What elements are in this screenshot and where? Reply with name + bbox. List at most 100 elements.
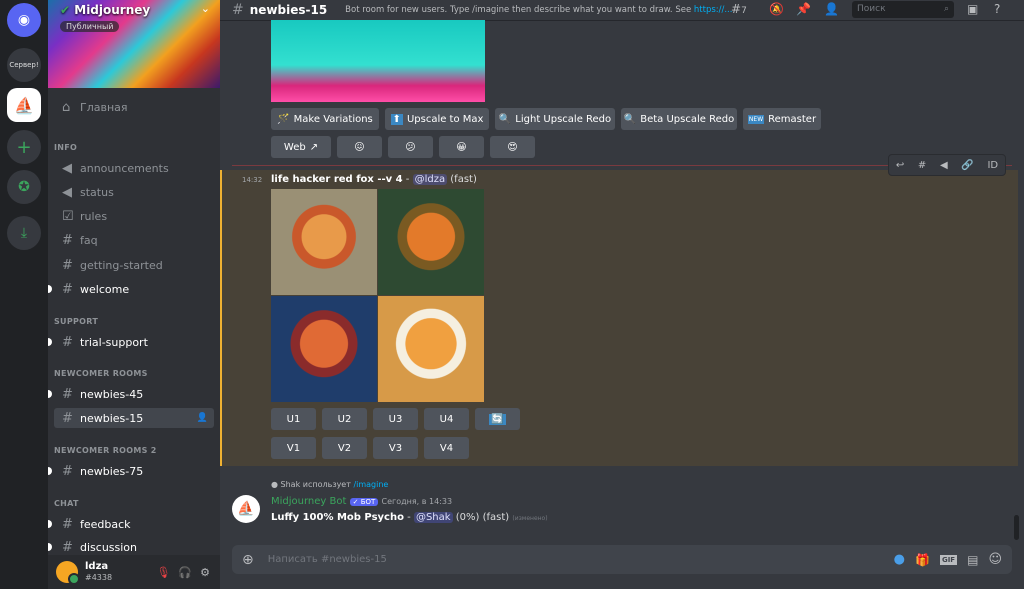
channel-newbies-75[interactable]: # newbies-75 xyxy=(48,461,214,481)
username: ldza xyxy=(85,561,109,572)
pin-icon[interactable]: 📌 xyxy=(796,2,811,16)
link-icon[interactable]: 🔗 xyxy=(961,160,973,171)
category-newcomer-rooms-2[interactable]: NEWCOMER ROOMS 2 xyxy=(54,446,157,455)
nitro-badge-icon[interactable]: ● xyxy=(894,552,905,567)
channel-newbies-15[interactable]: # newbies-15 👤 xyxy=(54,408,214,428)
bot-name[interactable]: Midjourney Bot xyxy=(271,496,346,507)
category-info[interactable]: INFO xyxy=(54,143,77,152)
id-icon[interactable]: ID xyxy=(987,160,998,171)
category-chat[interactable]: CHAT xyxy=(54,499,79,508)
channel-announcements[interactable]: ◀ announcements xyxy=(54,158,214,178)
react-meh-button[interactable]: 😕 xyxy=(388,136,433,158)
threads-icon[interactable]: #7 xyxy=(731,2,747,16)
emoji-icon[interactable]: ☺ xyxy=(988,552,1002,567)
home-item[interactable]: ⌂ Главная xyxy=(54,97,214,117)
megaphone-icon[interactable]: ◀ xyxy=(940,160,948,171)
variation-2-button[interactable]: V2 xyxy=(322,437,367,459)
variation-4-button[interactable]: V4 xyxy=(424,437,469,459)
channel-topic: Bot room for new users. Type /imagine th… xyxy=(345,5,733,15)
channel-trial-support[interactable]: # trial-support xyxy=(48,332,214,352)
reply-icon[interactable]: ↩ xyxy=(896,160,904,171)
megaphone-icon: ◀ xyxy=(62,184,72,200)
hash-thread-icon: # xyxy=(62,463,73,479)
reroll-button[interactable]: 🔄 xyxy=(475,408,520,430)
checkbox-icon: ☑ xyxy=(62,208,74,224)
message-time: 14:32 xyxy=(242,176,263,184)
magic-wand-icon: 🪄 xyxy=(277,113,290,125)
add-attachment-icon[interactable]: ⊕ xyxy=(242,552,254,568)
react-good-button[interactable]: 😀 xyxy=(439,136,484,158)
user-mention[interactable]: @Shak xyxy=(413,512,453,523)
headphones-icon[interactable]: 🎧 xyxy=(178,566,192,579)
make-variations-button[interactable]: 🪄 Make Variations xyxy=(271,108,379,130)
channel-welcome[interactable]: # welcome xyxy=(48,279,214,299)
channel-feedback[interactable]: # feedback xyxy=(48,514,214,534)
category-support[interactable]: SUPPORT xyxy=(54,317,98,326)
channel-sidebar: ✔ Midjourney Публичный ⌄ ⌂ Главная INFO ◀… xyxy=(48,0,220,589)
upscale-4-button[interactable]: U4 xyxy=(424,408,469,430)
channel-faq[interactable]: # faq xyxy=(54,230,214,250)
upscale-3-button[interactable]: U3 xyxy=(373,408,418,430)
fox-image-4[interactable] xyxy=(378,296,484,402)
channel-status[interactable]: ◀ status xyxy=(54,182,214,202)
discord-home-button[interactable]: ◉ xyxy=(7,3,41,37)
heart-eyes-emoji-icon: 😍 xyxy=(507,141,518,153)
remaster-button[interactable]: NEW Remaster xyxy=(743,108,821,130)
fox-image-3[interactable] xyxy=(271,296,377,402)
home-icon: ⌂ xyxy=(62,99,71,115)
sticker-icon[interactable]: ▤ xyxy=(967,553,978,567)
channel-getting-started[interactable]: # getting-started xyxy=(54,255,214,275)
upscale-to-max-button[interactable]: ⬆ Upscale to Max xyxy=(385,108,489,130)
channel-newbies-45[interactable]: # newbies-45 xyxy=(48,384,214,404)
upscale-1-button[interactable]: U1 xyxy=(271,408,316,430)
search-input[interactable]: Поиск ⌕ xyxy=(852,1,954,18)
light-upscale-redo-button[interactable]: 🔍 Light Upscale Redo xyxy=(495,108,615,130)
download-icon[interactable]: ⤓ xyxy=(7,216,41,250)
gif-button[interactable]: GIF xyxy=(939,554,958,565)
variation-3-button[interactable]: V3 xyxy=(373,437,418,459)
scrollbar[interactable] xyxy=(1014,515,1019,540)
megaphone-icon: ◀ xyxy=(62,160,72,176)
server-button[interactable]: Сервер! xyxy=(7,48,41,82)
explore-compass-icon[interactable]: ✪ xyxy=(7,170,41,204)
fox-image-2[interactable] xyxy=(378,189,484,295)
bot-avatar[interactable]: ⛵ xyxy=(232,495,260,523)
message-input[interactable]: ⊕ Написать #newbies-15 ● 🎁 GIF ▤ ☺ xyxy=(232,545,1012,574)
previous-image[interactable] xyxy=(271,20,485,102)
guild-banner[interactable]: ✔ Midjourney Публичный ⌄ xyxy=(48,0,220,88)
topic-link[interactable]: https://... xyxy=(694,5,733,15)
sailboat-icon: ⛵ xyxy=(14,95,34,115)
midjourney-server-button[interactable]: ⛵ xyxy=(7,88,41,122)
avatar[interactable] xyxy=(56,561,80,585)
user-mention[interactable]: @ldza xyxy=(412,174,448,185)
hash-thread-icon: # xyxy=(62,516,73,532)
channel-rules[interactable]: ☑ rules xyxy=(54,206,214,226)
react-awful-button[interactable]: 😖 xyxy=(337,136,382,158)
mute-mic-icon[interactable]: 🎙 xyxy=(156,566,170,579)
gear-icon[interactable]: ⚙ xyxy=(200,566,210,579)
beta-upscale-redo-button[interactable]: 🔍 Beta Upscale Redo xyxy=(621,108,737,130)
magnifier-icon: 🔍 xyxy=(498,113,512,125)
gift-icon[interactable]: 🎁 xyxy=(915,553,930,567)
reply-context[interactable]: ● Shak использует /imagine xyxy=(271,480,388,489)
inbox-icon[interactable]: ▣ xyxy=(967,2,978,16)
add-server-button[interactable]: + xyxy=(7,130,41,164)
invite-user-icon[interactable]: 👤 xyxy=(197,413,208,423)
chevron-down-icon[interactable]: ⌄ xyxy=(201,2,210,15)
thread-icon[interactable]: # xyxy=(918,160,926,171)
category-newcomer-rooms[interactable]: NEWCOMER ROOMS xyxy=(54,369,148,378)
upscale-2-button[interactable]: U2 xyxy=(322,408,367,430)
notification-muted-icon[interactable]: 🔕 xyxy=(769,2,784,16)
members-icon[interactable]: 👤 xyxy=(824,2,839,16)
react-love-button[interactable]: 😍 xyxy=(490,136,535,158)
bot-timestamp: Сегодня, в 14:33 xyxy=(381,497,453,506)
web-button[interactable]: Web ↗ xyxy=(271,136,331,158)
fox-image-1[interactable] xyxy=(271,189,377,295)
hash-icon: # xyxy=(62,232,73,248)
bot-badge: ✓ БОТ xyxy=(349,498,379,506)
variation-1-button[interactable]: V1 xyxy=(271,437,316,459)
new-icon: NEW xyxy=(747,114,765,124)
hash-thread-icon: # xyxy=(62,410,73,426)
help-icon[interactable]: ? xyxy=(994,2,1000,16)
channel-discussion[interactable]: # discussion xyxy=(48,537,214,557)
